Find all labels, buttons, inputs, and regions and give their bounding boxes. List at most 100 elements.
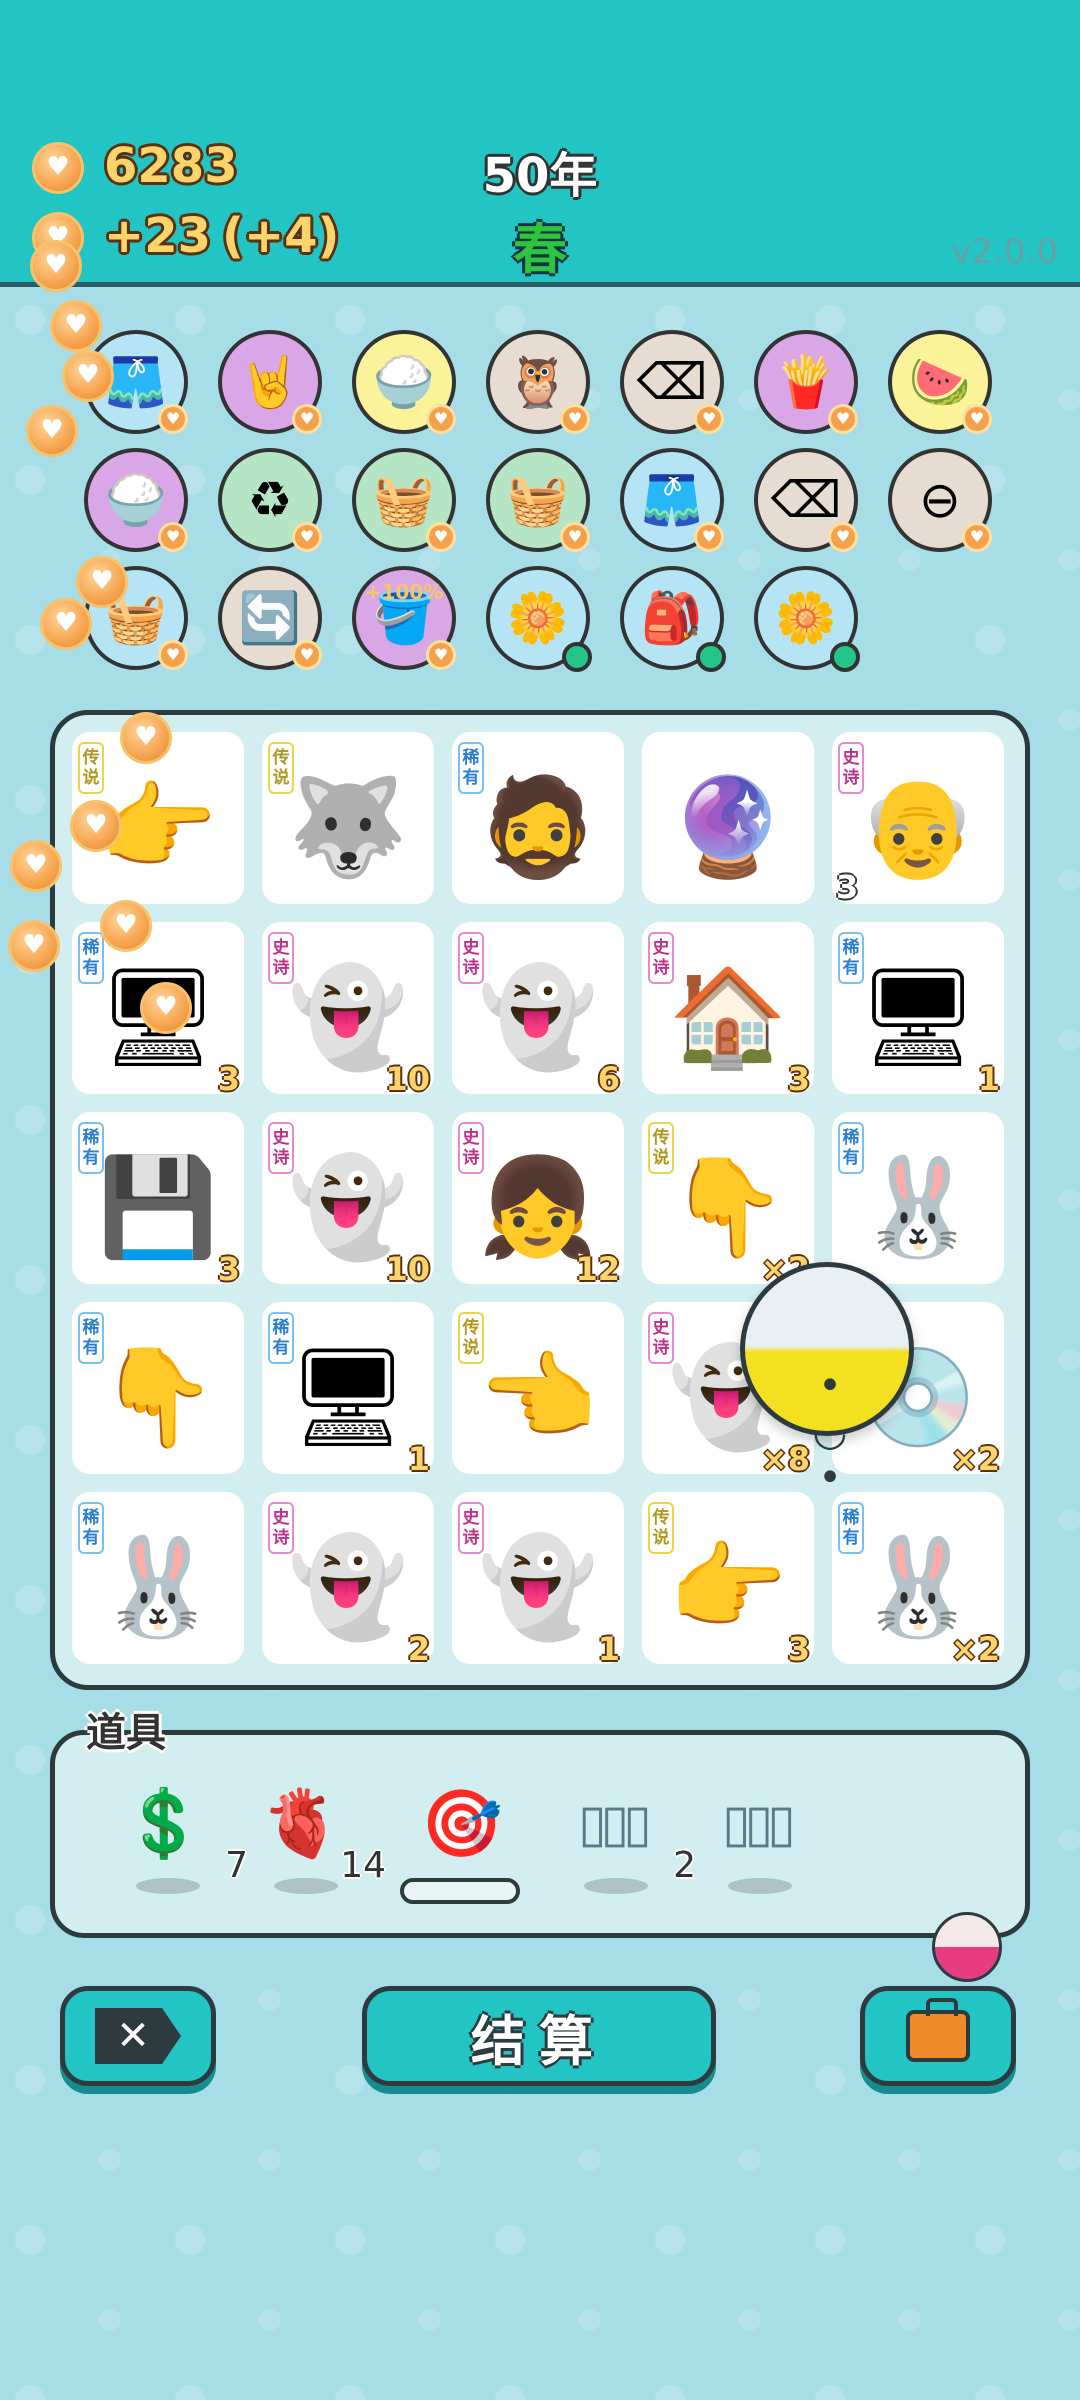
coin-icon (40, 598, 92, 650)
board-cell[interactable]: 稀有 🐰 (72, 1492, 244, 1664)
coin-badge-icon: ♥ (694, 404, 724, 434)
coin-badge-icon: ♥ (158, 522, 188, 552)
cell-count: 3 (217, 1060, 240, 1098)
fruit-basket-icon[interactable]: 🧺 ♥ (352, 448, 456, 552)
delete-tag-icon[interactable]: ⌫ ♥ (620, 330, 724, 434)
board-cell[interactable]: 史诗 👻 10 (262, 1112, 434, 1288)
refresh-icon[interactable]: 🔄 ♥ (218, 566, 322, 670)
delete-tag-icon[interactable]: ⌫ ♥ (754, 448, 858, 552)
flower-pot-icon[interactable]: 🌼 (754, 566, 860, 672)
relic-glyph: 🍚 (372, 352, 436, 411)
pink-capsule-icon (932, 1912, 1002, 1982)
relic-glyph: 🍚 (104, 470, 168, 529)
board-cell[interactable]: 传说 🐺 (262, 732, 434, 904)
cell-count: 6 (597, 1060, 620, 1098)
rice-bowl-icon[interactable]: 🍚 ♥ (352, 330, 456, 434)
board-cell[interactable]: 史诗 👴 3 (832, 732, 1004, 906)
board-cell[interactable]: 🔮 (642, 732, 814, 904)
board-cell[interactable]: 史诗 👻 10 (262, 922, 434, 1098)
cell-count: 1 (977, 1060, 1000, 1098)
settle-button[interactable]: 结算 (362, 1986, 716, 2086)
relic-glyph: 🦉 (506, 352, 570, 411)
cell-count: 10 (385, 1250, 430, 1288)
board-cell[interactable]: 稀有 🐰 (832, 1112, 1004, 1284)
board-cell[interactable]: 史诗 👻 1 (452, 1492, 624, 1668)
rare-slot-icon[interactable]: ▯▯▯ (706, 1774, 806, 1894)
top-hud: 6283 +23 (+4) 50年 春 v2.0.0 (0, 0, 1080, 287)
relic-glyph: 🧺 (506, 470, 570, 529)
relic-glyph: 🍟 (774, 352, 838, 411)
item-glyph: 💲 (122, 1785, 206, 1862)
coin-badge-icon: ♥ (158, 404, 188, 434)
cell-count: 3 (217, 1250, 240, 1288)
gacha-capsule-icon: 🔮 (668, 770, 788, 883)
fruit-basket-icon[interactable]: 🧺 ♥ (486, 448, 590, 552)
item-glyph: ▯▯▯ (722, 1794, 796, 1854)
coin-dollar-icon[interactable]: 💲 7 (114, 1774, 248, 1894)
items-title: 道具 (86, 1710, 166, 1756)
relic-glyph: 🔄 (238, 588, 302, 647)
board-cell[interactable]: 史诗 👻 2 (262, 1492, 434, 1668)
coin-badge-icon: ♥ (426, 404, 456, 434)
item-shadow (728, 1878, 792, 1894)
rock-hand-icon[interactable]: 🤘 ♥ (218, 330, 322, 434)
recycle-bag-icon[interactable]: ♻ ♥ (218, 448, 322, 552)
coin-icon (140, 982, 192, 1034)
board-cell[interactable]: 稀有 🖥 1 (262, 1302, 434, 1478)
status-dot (696, 642, 726, 672)
board-cell[interactable]: 传说 👈 (452, 1302, 624, 1474)
coin-icon (76, 556, 128, 608)
rice-bowl-icon[interactable]: 🍚 ♥ (84, 448, 188, 552)
coin-badge-icon: ♥ (962, 522, 992, 552)
board-cell[interactable]: 史诗 👧 12 (452, 1112, 624, 1288)
settle-label: 结算 (471, 2009, 607, 2073)
grain-sack-icon[interactable]: 🎒 (620, 566, 726, 672)
coin-icon (8, 920, 60, 972)
item-count: 7 (225, 1845, 248, 1886)
version-label: v2.0.0 (951, 232, 1058, 272)
board-cell[interactable]: 稀有 💾 3 (72, 1112, 244, 1288)
item-count: 2 (673, 1845, 696, 1886)
relic-glyph: 🌼 (506, 588, 570, 647)
owl-mask-icon[interactable]: 🦉 ♥ (486, 330, 590, 434)
flower-pot-icon[interactable]: 🌼 (486, 566, 592, 672)
coin-badge-icon: ♥ (292, 522, 322, 552)
board-cell[interactable]: 史诗 👻 6 (452, 922, 624, 1098)
board-cell[interactable]: 稀有 👇 (72, 1302, 244, 1474)
smile-face: • ◡ • (812, 1363, 848, 1501)
season-label: 春 (513, 218, 567, 281)
cell-count: ×2 (950, 1440, 1000, 1478)
item-shadow (584, 1878, 648, 1894)
coin-badge-icon: ♥ (560, 404, 590, 434)
target-icon[interactable]: 🎯 (400, 1774, 520, 1904)
briefcase-icon (906, 1998, 970, 2062)
board-cell[interactable]: 传说 👇 ×2 (642, 1112, 814, 1288)
board-cell[interactable]: 传说 👉 3 (642, 1492, 814, 1668)
coin-icon (120, 712, 172, 764)
board-cell[interactable]: 史诗 🏠 3 (642, 922, 814, 1098)
relic-glyph: ⌫ (770, 471, 842, 529)
skirt-icon[interactable]: 🩳 ♥ (620, 448, 724, 552)
item-glyph: 🫀 (260, 1785, 344, 1862)
board-cell[interactable]: 稀有 🖥 1 (832, 922, 1004, 1098)
bucket-icon[interactable]: 🪣 +100% ♥ (352, 566, 456, 670)
cell-count: 1 (597, 1630, 620, 1668)
fruit-platter-icon[interactable]: 🍉 ♥ (888, 330, 992, 434)
item-glyph: ▯▯▯ (578, 1794, 652, 1854)
item-glyph: 🎯 (420, 1785, 504, 1862)
liver-icon[interactable]: 🫀 14 (252, 1774, 386, 1894)
remove-button[interactable]: ✕ (60, 1986, 216, 2086)
board-cell[interactable]: 稀有 🧔 (452, 732, 624, 904)
bunny-icon: 🐰 (98, 1530, 218, 1643)
minus-circle-icon[interactable]: ⊖ ♥ (888, 448, 992, 552)
coin-badge-icon: ♥ (292, 404, 322, 434)
coin-badge-icon: ♥ (292, 640, 322, 670)
item-shadow (274, 1878, 338, 1894)
coin-icon (62, 350, 114, 402)
bunny-icon: 🐰 (858, 1150, 978, 1263)
board-cell[interactable]: 稀有 🐰 ×2 (832, 1492, 1004, 1668)
relic-glyph: 🩳 (104, 352, 168, 411)
bag-button[interactable] (860, 1986, 1016, 2086)
fries-icon[interactable]: 🍟 ♥ (754, 330, 858, 434)
three-slot-icon[interactable]: ▯▯▯ 2 (562, 1774, 696, 1894)
